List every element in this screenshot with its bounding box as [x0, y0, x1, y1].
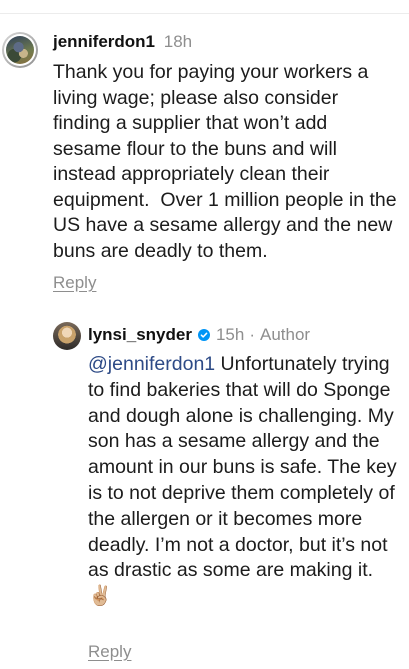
- mention-link[interactable]: @jenniferdon1: [88, 353, 215, 375]
- comment-timestamp: 18h: [163, 32, 193, 51]
- comment-username[interactable]: jenniferdon1: [53, 32, 155, 51]
- reply-button[interactable]: Reply: [53, 272, 96, 294]
- avatar[interactable]: [53, 322, 81, 350]
- top-divider: [0, 13, 409, 14]
- reply-username[interactable]: lynsi_snyder: [88, 324, 192, 346]
- reply-body: Unfortunately trying to find bakeries th…: [88, 353, 397, 582]
- reply-header: lynsi_snyder 15h · Author: [88, 324, 310, 346]
- victory-hand-emoji: ✌🏼: [88, 585, 113, 608]
- reply-timestamp: 15h: [215, 325, 245, 344]
- avatar-photo: [6, 36, 34, 64]
- comment-text: Thank you for paying your workers a livi…: [53, 61, 403, 262]
- author-badge: Author: [260, 325, 311, 344]
- avatar-ring: [4, 34, 36, 66]
- reply-text: @jenniferdon1 Unfortunately trying to fi…: [88, 352, 400, 610]
- separator-dot: ·: [249, 325, 255, 344]
- reply-button[interactable]: Reply: [88, 641, 131, 663]
- comment-header: jenniferdon1 18h: [53, 31, 192, 53]
- verified-badge-icon: [197, 329, 210, 341]
- avatar[interactable]: [2, 32, 38, 68]
